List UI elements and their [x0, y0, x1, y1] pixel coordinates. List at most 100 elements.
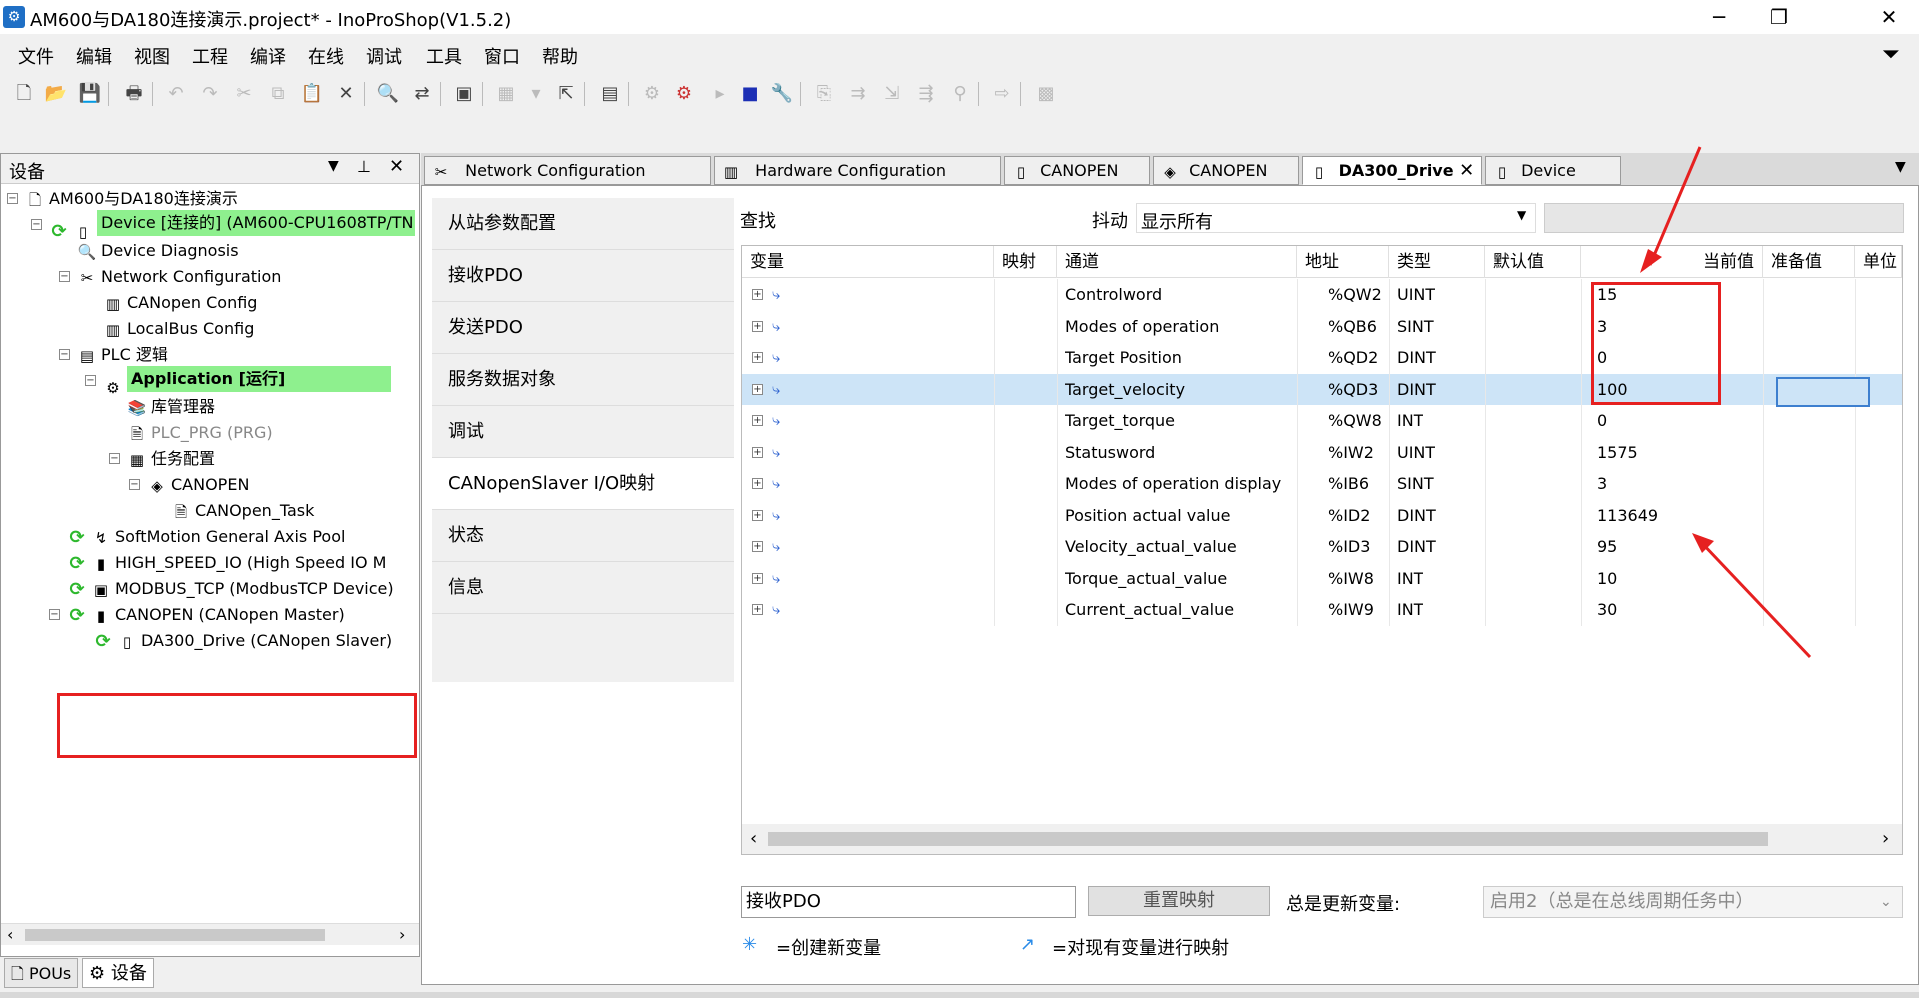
filter-funnel-icon[interactable]: ⏷ [1882, 42, 1900, 67]
find-input[interactable] [784, 203, 1114, 233]
scroll-thumb[interactable] [768, 832, 1768, 846]
row-expander-icon[interactable]: + [752, 478, 763, 489]
row-expander-icon[interactable]: + [752, 415, 763, 426]
device-window-icon[interactable]: ▣ [452, 82, 476, 106]
menu-window[interactable]: 窗口 [484, 43, 520, 69]
row-expander-icon[interactable]: + [752, 446, 763, 458]
replace-icon[interactable]: ⇄ [410, 82, 434, 106]
dropdown-arrow-icon[interactable]: ▾ [524, 82, 548, 106]
nav-slave-params[interactable]: 从站参数配置 [432, 198, 734, 250]
run-icon[interactable]: ▸ [708, 82, 732, 106]
calendar-icon[interactable]: ▤ [598, 82, 622, 106]
panel-close-icon[interactable]: ✕ [389, 156, 404, 177]
tab-pous[interactable]: 🗋 POUs [4, 958, 79, 988]
tab-canopen-2[interactable]: ◈ CANOPEN [1153, 156, 1299, 185]
row-expander-icon[interactable]: + [752, 509, 763, 521]
row-expander-icon[interactable]: + [752, 604, 763, 615]
nav-sdo[interactable]: 服务数据对象 [432, 354, 734, 406]
menu-view[interactable]: 视图 [134, 43, 170, 69]
login-icon[interactable]: ⚙ [640, 82, 664, 106]
tree-scrollbar[interactable]: ‹ › [1, 923, 419, 945]
find-icon[interactable]: 🔍 [376, 82, 400, 106]
scroll-left-icon[interactable]: ‹ [750, 828, 757, 849]
undo-icon[interactable]: ↶ [164, 82, 188, 106]
menu-help[interactable]: 帮助 [542, 43, 578, 69]
tree-expander-icon[interactable]: − [59, 271, 70, 282]
tree-expander-icon[interactable]: − [85, 375, 96, 386]
tree-expander-icon[interactable]: − [31, 219, 42, 230]
filter-select[interactable]: 显示所有 ▼ [1136, 203, 1536, 233]
row-expander-icon[interactable]: + [752, 289, 763, 300]
breakpoint-icon[interactable]: ⎘ [812, 82, 836, 106]
row-expander-icon[interactable]: + [752, 320, 763, 332]
row-expander-icon[interactable]: + [752, 352, 763, 363]
tab-hardware-configuration[interactable]: ▥ Hardware Configuration [714, 156, 1001, 185]
menu-edit[interactable]: 编辑 [76, 43, 112, 69]
pin-icon[interactable]: ⊥ [357, 157, 371, 176]
col-variable[interactable]: 变量 [742, 246, 994, 278]
nav-info[interactable]: 信息 [432, 562, 734, 614]
paste-icon[interactable]: 📋 [300, 82, 324, 106]
nav-io-mapping[interactable]: CANopenSlaver I/O映射 [432, 458, 734, 510]
save-icon[interactable]: 💾 [78, 82, 102, 106]
col-type[interactable]: 类型 [1389, 246, 1485, 278]
tree-item[interactable]: ⟳ ▯ DA300_Drive (CANopen Slaver) [79, 626, 392, 656]
tree-expander-icon[interactable]: − [129, 479, 140, 490]
step-over-icon[interactable]: ⇉ [846, 82, 870, 106]
export-icon[interactable]: ⇱ [554, 82, 578, 106]
force-icon[interactable]: ⇨ [990, 82, 1014, 106]
tab-close-icon[interactable]: ✕ [1459, 160, 1474, 181]
reset-mapping-button[interactable]: 重置映射 [1088, 886, 1270, 916]
tab-devices[interactable]: ⚙ 设备 [82, 958, 154, 988]
stop-icon[interactable]: ■ [738, 82, 762, 106]
always-update-select[interactable]: 启用2（总是在总线周期任务中） ⌄ [1483, 886, 1903, 918]
tab-network-configuration[interactable]: ✂ Network Configuration [424, 156, 711, 185]
write-values-icon[interactable]: ⚲ [948, 82, 972, 106]
menu-file[interactable]: 文件 [18, 43, 54, 69]
col-mapping[interactable]: 映射 [994, 246, 1057, 278]
row-expander-icon[interactable]: + [752, 541, 763, 552]
tab-canopen-1[interactable]: ▯ CANOPEN [1004, 156, 1150, 185]
pdo-input[interactable]: 接收PDO [741, 886, 1076, 918]
build-icon[interactable]: ▦ [494, 82, 518, 106]
scroll-right-icon[interactable]: › [399, 925, 405, 944]
row-expander-icon[interactable]: + [752, 383, 763, 395]
scroll-right-icon[interactable]: › [1882, 828, 1889, 849]
menu-project[interactable]: 工程 [192, 43, 228, 69]
tab-da300-drive[interactable]: ▯ DA300_Drive ✕ [1302, 156, 1482, 185]
row-expander-icon[interactable]: + [752, 572, 763, 584]
scroll-left-icon[interactable]: ‹ [7, 925, 13, 944]
menu-tools[interactable]: 工具 [426, 43, 462, 69]
minimize-button[interactable]: ─ [1689, 0, 1749, 34]
new-file-icon[interactable]: 🗋 [12, 82, 36, 106]
close-button[interactable]: ✕ [1859, 0, 1919, 34]
col-unit[interactable]: 单位 [1855, 246, 1902, 278]
grid-scrollbar[interactable]: ‹ › [742, 824, 1902, 854]
step-out-icon[interactable]: ⇶ [914, 82, 938, 106]
print-icon[interactable]: 🖶 [122, 82, 146, 106]
tree-expander-icon[interactable]: − [59, 349, 70, 360]
nav-receive-pdo[interactable]: 接收PDO [432, 250, 734, 302]
tabs-dropdown-icon[interactable]: ▼ [1895, 159, 1906, 175]
col-address[interactable]: 地址 [1297, 246, 1389, 278]
logout-icon[interactable]: ⚙ [672, 82, 696, 106]
tab-device[interactable]: ▯ Device [1485, 156, 1621, 185]
wrench-icon[interactable]: 🔧 [770, 82, 794, 106]
step-into-icon[interactable]: ⇲ [880, 82, 904, 106]
maximize-button[interactable]: ❐ [1749, 0, 1809, 34]
tree-expander-icon[interactable]: − [109, 453, 120, 464]
copy-icon[interactable]: ⧉ [266, 82, 290, 106]
settings-grid-icon[interactable]: ▩ [1034, 82, 1058, 106]
nav-status[interactable]: 状态 [432, 510, 734, 562]
delete-icon[interactable]: ✕ [334, 82, 358, 106]
nav-send-pdo[interactable]: 发送PDO [432, 302, 734, 354]
menu-online[interactable]: 在线 [308, 43, 344, 69]
panel-dropdown-icon[interactable]: ▼ [328, 158, 339, 174]
scroll-thumb[interactable] [25, 929, 325, 941]
menu-build[interactable]: 编译 [250, 43, 286, 69]
tree-expander-icon[interactable]: − [49, 609, 60, 620]
tree-expander-icon[interactable]: − [7, 193, 18, 204]
menu-debug[interactable]: 调试 [366, 43, 402, 69]
open-folder-icon[interactable]: 📂 [44, 82, 68, 106]
nav-debug[interactable]: 调试 [432, 406, 734, 458]
